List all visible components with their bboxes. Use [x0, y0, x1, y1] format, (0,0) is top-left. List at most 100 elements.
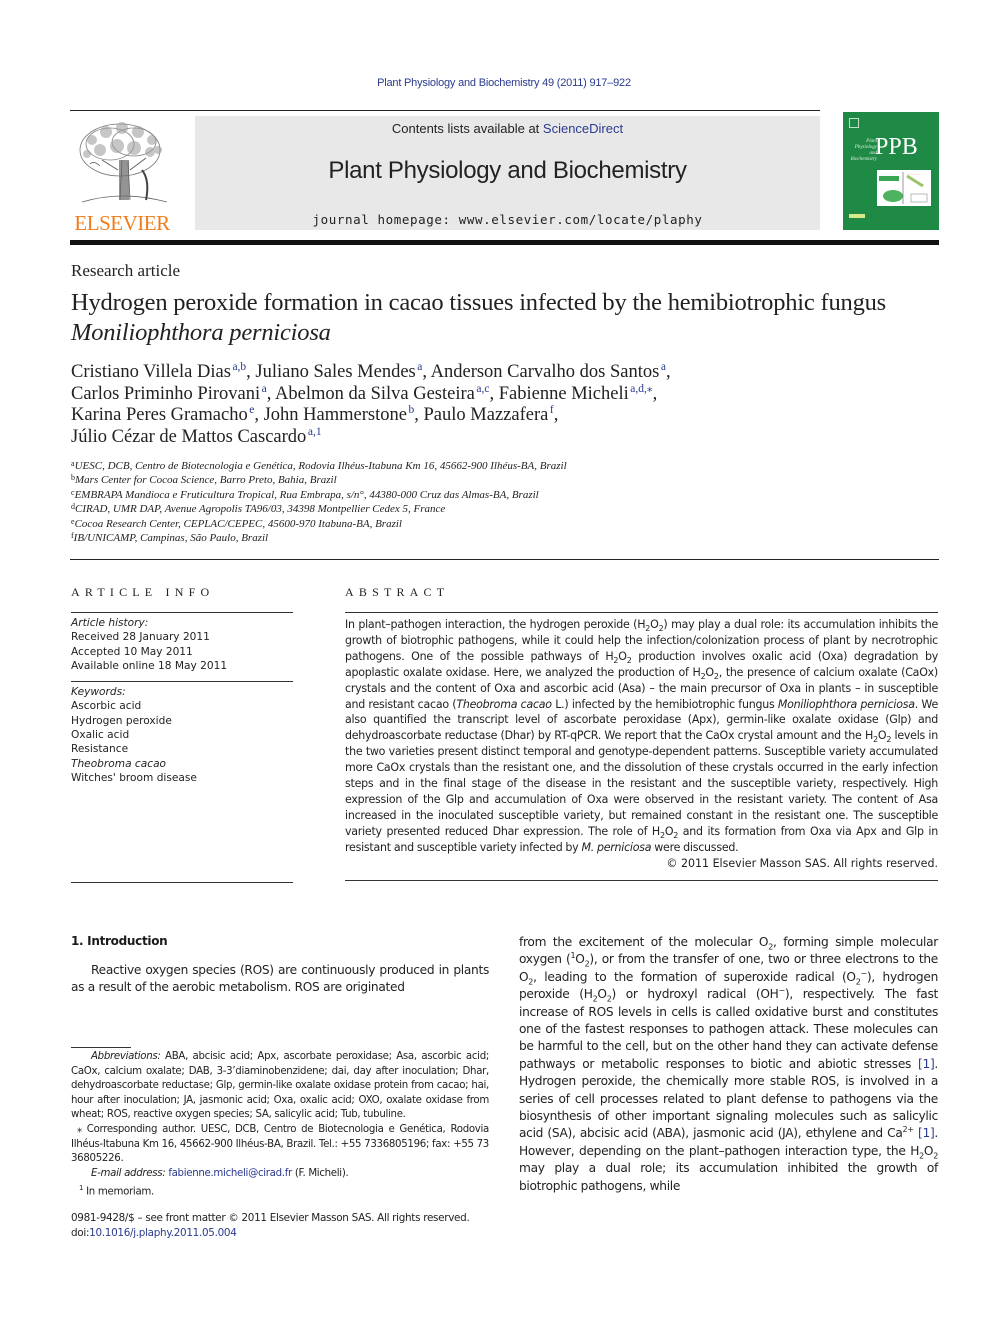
author-name[interactable]: Abelmon da Silva Gesteira — [275, 384, 475, 404]
author-name[interactable]: Anderson Carvalho dos Santos — [431, 362, 660, 382]
author-name[interactable]: Júlio Cézar de Mattos Cascardo — [71, 427, 306, 447]
corresponding-author-footnote: ⁎ Corresponding author. UESC, DCB, Centr… — [71, 1123, 489, 1165]
author[interactable]: Fabienne Micheli a,d,⁎ — [499, 383, 653, 404]
author-name[interactable]: Cristiano Villela Dias — [71, 362, 231, 382]
journal-homepage-link[interactable]: journal homepage: www.elsevier.com/locat… — [195, 212, 820, 227]
author-name[interactable]: Juliano Sales Mendes — [255, 362, 415, 382]
abstract-heading: ABSTRACT — [345, 585, 450, 599]
memoriam-text: In memoriam. — [83, 1186, 154, 1198]
author-affiliation-link[interactable]: a,b — [232, 361, 246, 373]
body-paragraph: Reactive oxygen species (ROS) are contin… — [71, 963, 489, 995]
author[interactable]: Anderson Carvalho dos Santos a — [431, 361, 666, 382]
reference-link[interactable]: [1] — [918, 1057, 935, 1071]
author-separator: , — [266, 383, 276, 404]
author-separator: , — [414, 405, 424, 425]
cover-small-title: Plant Physiology and Biochemistry — [850, 139, 877, 162]
affiliation: fIB/UNICAMP, Campinas, São Paulo, Brazil — [71, 531, 771, 545]
affiliation: bMars Center for Cocoa Science, Barro Pr… — [71, 473, 771, 487]
front-matter: 0981-9428/$ – see front matter © 2011 El… — [71, 1211, 501, 1241]
author[interactable]: Carlos Priminho Pirovani a — [71, 383, 267, 404]
journal-title[interactable]: Plant Physiology and Biochemistry — [195, 157, 820, 185]
history-online: Available online 18 May 2011 — [71, 659, 228, 672]
author-name[interactable]: John Hammerstone — [264, 405, 407, 425]
affiliation: cEMBRAPA Mandioca e Fruticultura Tropica… — [71, 488, 771, 502]
keyword: Oxalic acid — [71, 729, 130, 742]
body-left-column: 1. Introduction Reactive oxygen species … — [71, 934, 489, 997]
doi-link[interactable]: 10.1016/j.plaphy.2011.05.004 — [89, 1227, 237, 1239]
body-right-column: from the excitement of the molecular O2,… — [519, 934, 938, 1195]
abbreviations-footnote: Abbreviations: ABA, abcisic acid; Apx, a… — [71, 1050, 489, 1123]
cover-figure-icon: —— —— — [877, 170, 931, 206]
email-link[interactable]: fabienne.micheli@cirad.fr — [168, 1168, 292, 1179]
journal-banner: Contents lists available at ScienceDirec… — [195, 116, 820, 230]
author[interactable]: Juliano Sales Mendes a — [255, 361, 422, 382]
header-rule — [70, 110, 820, 111]
abstract-rule — [345, 879, 938, 881]
author-name[interactable]: Fabienne Micheli — [499, 384, 629, 404]
author[interactable]: John Hammerstone b — [264, 404, 415, 425]
author[interactable]: Paulo Mazzafera f — [424, 404, 554, 425]
email-suffix: (F. Micheli). — [291, 1167, 349, 1179]
article-title: Hydrogen peroxide formation in cacao tis… — [71, 288, 951, 348]
author-separator: , — [489, 383, 499, 404]
author-name[interactable]: Carlos Priminho Pirovani — [71, 384, 260, 404]
email-footnote: E-mail address: fabienne.micheli@cirad.f… — [71, 1167, 489, 1182]
history-label: Article history: — [71, 617, 149, 629]
email-label: E-mail address: — [91, 1167, 166, 1179]
contents-prefix: Contents lists available at — [391, 121, 543, 136]
author-separator: , — [652, 383, 658, 404]
journal-cover-thumbnail[interactable]: Plant Physiology and Biochemistry PPB ——… — [843, 112, 939, 230]
author-affiliation-link[interactable]: a,c — [476, 383, 489, 395]
history-accepted: Accepted 10 May 2011 — [71, 645, 193, 658]
affiliation-list: aUESC, DCB, Centro de Biotecnologia e Ge… — [71, 459, 771, 545]
keywords-label: Keywords: — [71, 686, 126, 699]
author-affiliation-link[interactable]: a,1 — [308, 426, 322, 438]
title-species: Moniliophthora perniciosa — [71, 319, 331, 346]
journal-citation[interactable]: Plant Physiology and Biochemistry 49 (20… — [0, 77, 992, 89]
affiliation: aUESC, DCB, Centro de Biotecnologia e Ge… — [71, 459, 771, 473]
affiliation-text: EMBRAPA Mandioca e Fruticultura Tropical… — [74, 488, 539, 501]
svg-text:—— ——: —— —— — [906, 172, 921, 176]
author[interactable]: Abelmon da Silva Gesteira a,c — [275, 383, 490, 404]
abstract-panel: In plant–pathogen interaction, the hydro… — [345, 612, 938, 881]
elsevier-logo[interactable]: ELSEVIER — [70, 115, 174, 235]
doi-line: doi:10.1016/j.plaphy.2011.05.004 — [71, 1226, 501, 1241]
title-text: Hydrogen peroxide formation in cacao tis… — [71, 289, 887, 316]
author-name[interactable]: Karina Peres Gramacho — [71, 405, 248, 425]
author-separator: , — [422, 362, 431, 382]
history-received: Received 28 January 2011 — [71, 631, 210, 644]
article-info-heading: ARTICLE INFO — [71, 585, 215, 599]
author-list: Cristiano Villela Dias a,b, Juliano Sale… — [71, 361, 951, 448]
section-divider — [70, 559, 939, 560]
affiliation-text: IB/UNICAMP, Campinas, São Paulo, Brazil — [73, 532, 269, 545]
keyword: Resistance — [71, 743, 129, 756]
affiliation: dCIRAD, UMR DAP, Avenue Agropolis TA96/0… — [71, 502, 771, 516]
info-rule — [71, 882, 293, 884]
sciencedirect-link[interactable]: ScienceDirect — [543, 121, 623, 136]
contents-line: Contents lists available at ScienceDirec… — [195, 121, 820, 136]
author-name[interactable]: Paulo Mazzafera — [424, 405, 549, 425]
keyword: Witches' broom disease — [71, 771, 197, 784]
affiliation: eCocoa Research Center, CEPLAC/CEPEC, 45… — [71, 517, 771, 531]
footnotes: Abbreviations: ABA, abcisic acid; Apx, a… — [71, 1050, 489, 1200]
keyword: Hydrogen peroxide — [71, 714, 172, 727]
reference-link[interactable]: [1] — [918, 1126, 935, 1140]
author-separator: , — [665, 362, 671, 382]
affiliation-text: UESC, DCB, Centro de Biotecnologia e Gen… — [74, 460, 567, 472]
section-heading-introduction: 1. Introduction — [71, 934, 168, 948]
cover-abbrev: PPB — [875, 134, 918, 160]
author[interactable]: Karina Peres Gramacho e — [71, 404, 254, 425]
author-separator: , — [553, 405, 559, 425]
author[interactable]: Cristiano Villela Dias a,b — [71, 361, 246, 382]
header-thick-rule — [70, 240, 939, 245]
memoriam-footnote: 1 In memoriam. — [71, 1181, 489, 1200]
author-affiliation-link[interactable]: a,d,⁎ — [630, 383, 652, 395]
author-separator: , — [254, 405, 264, 425]
author[interactable]: Júlio Cézar de Mattos Cascardo a,1 — [71, 426, 322, 447]
citation-link[interactable]: Plant Physiology and Biochemistry 49 (20… — [377, 77, 631, 89]
affiliation-text: CIRAD, UMR DAP, Avenue Agropolis TA96/03… — [75, 503, 446, 516]
keyword: Ascorbic acid — [71, 700, 142, 713]
abbreviations-label: Abbreviations: — [91, 1051, 161, 1062]
cover-footer-mark — [849, 214, 865, 218]
abstract-rule — [345, 612, 938, 613]
